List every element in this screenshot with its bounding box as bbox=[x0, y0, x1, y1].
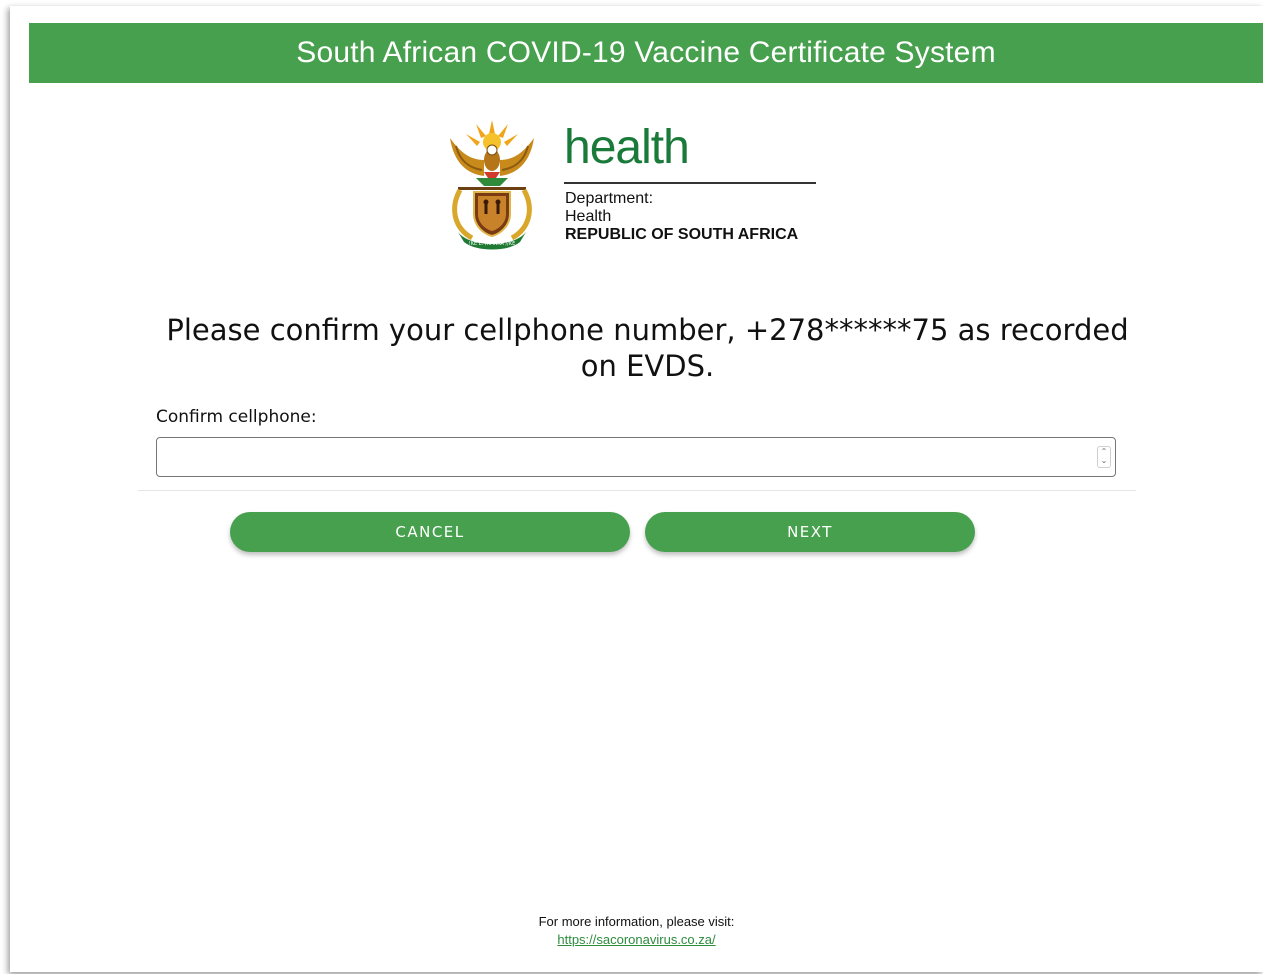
form-divider bbox=[138, 490, 1136, 491]
cellphone-input[interactable] bbox=[157, 438, 1107, 476]
number-spinner[interactable]: ⌃ ⌄ bbox=[1097, 446, 1111, 468]
cancel-button-label: CANCEL bbox=[395, 523, 465, 541]
next-button-label: NEXT bbox=[787, 523, 833, 541]
page-frame: South African COVID-19 Vaccine Certifica… bbox=[10, 6, 1263, 972]
cellphone-field-label: Confirm cellphone: bbox=[156, 407, 317, 427]
sacoronavirus-link[interactable]: https://sacoronavirus.co.za/ bbox=[557, 932, 715, 947]
logo-dept-label: Department: bbox=[565, 190, 654, 207]
next-button[interactable]: NEXT bbox=[645, 512, 975, 552]
page-header: South African COVID-19 Vaccine Certifica… bbox=[29, 23, 1263, 83]
chevron-down-icon[interactable]: ⌄ bbox=[1098, 456, 1110, 465]
health-department-logo: !KE E: /XARRA //KE health Department: He… bbox=[440, 116, 820, 256]
footer-link-row: https://sacoronavirus.co.za/ bbox=[10, 932, 1263, 947]
logo-divider bbox=[564, 182, 816, 184]
cancel-button[interactable]: CANCEL bbox=[230, 512, 630, 552]
cellphone-field[interactable]: ⌃ ⌄ bbox=[156, 437, 1116, 477]
coat-of-arms-icon: !KE E: /XARRA //KE bbox=[450, 120, 534, 250]
svg-text:!KE E: /XARRA //KE: !KE E: /XARRA //KE bbox=[469, 241, 516, 247]
confirm-prompt: Please confirm your cellphone number, +2… bbox=[166, 313, 1129, 383]
footer-info: For more information, please visit: bbox=[538, 914, 735, 929]
logo-country: REPUBLIC OF SOUTH AFRICA bbox=[565, 226, 799, 243]
chevron-up-icon[interactable]: ⌃ bbox=[1098, 447, 1110, 456]
health-wordmark: health bbox=[564, 121, 690, 174]
logo-dept-name: Health bbox=[565, 208, 612, 225]
page-title: South African COVID-19 Vaccine Certifica… bbox=[296, 36, 996, 69]
